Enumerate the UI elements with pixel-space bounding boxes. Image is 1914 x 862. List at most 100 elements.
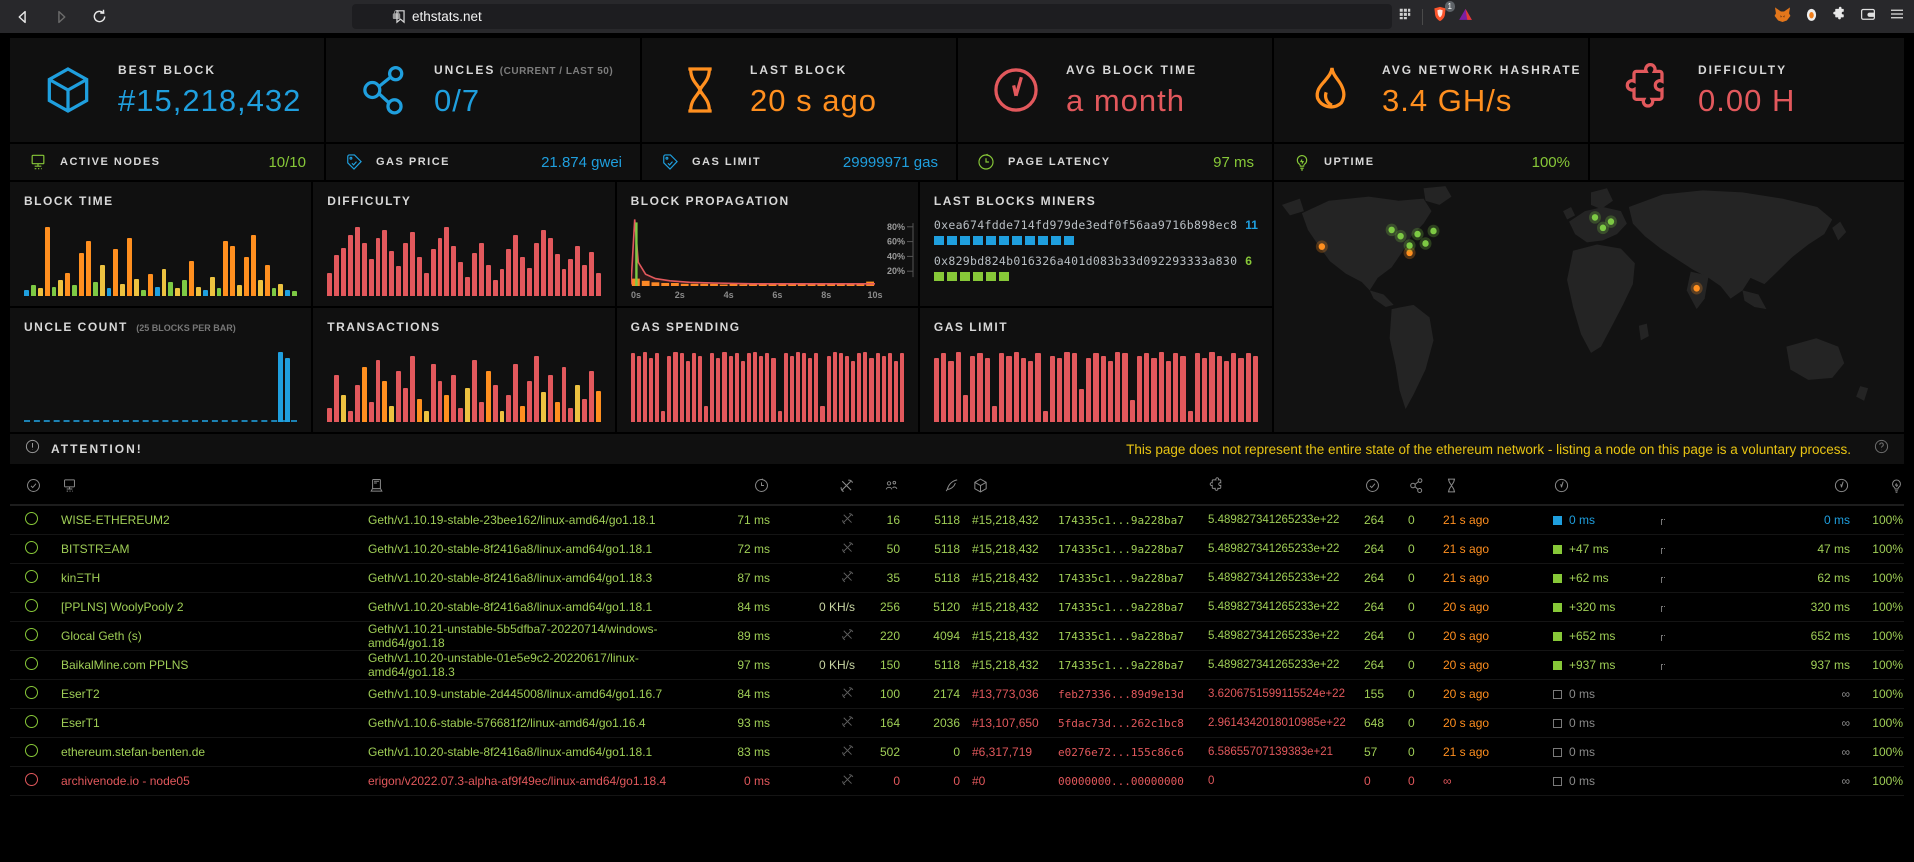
node-dot[interactable]	[1388, 227, 1394, 234]
wallet-icon[interactable]	[1859, 5, 1877, 28]
table-row[interactable]: archivenode.io - node05 erigon/v2022.07.…	[10, 767, 1904, 796]
mining-column-icon[interactable]	[770, 477, 855, 499]
forward-button[interactable]	[46, 4, 76, 30]
node-dot[interactable]	[1397, 233, 1403, 240]
node-mining	[770, 685, 855, 703]
bar	[113, 249, 118, 296]
metamask-icon[interactable]	[1773, 5, 1792, 29]
tab-grid-icon[interactable]	[1396, 5, 1414, 28]
node-pin-icon[interactable]	[25, 686, 61, 702]
mini-stat-label: ACTIVE NODES	[60, 156, 161, 168]
table-row[interactable]: Glocal Geth (s) Geth/v1.10.21-unstable-5…	[10, 622, 1904, 651]
node-client: Geth/v1.10.20-stable-8f2416a8/linux-amd6…	[368, 600, 710, 614]
node-pin-icon[interactable]	[25, 715, 61, 731]
avg-propagation-column-icon[interactable]	[1800, 477, 1850, 499]
mini-stat-gas-limit: GAS LIMIT 29999971 gas	[642, 144, 956, 180]
svg-text:10s: 10s	[867, 290, 882, 300]
node-dot[interactable]	[1414, 231, 1420, 238]
stat-value: 0/7	[434, 83, 613, 119]
menu-icon[interactable]	[1888, 5, 1906, 28]
node-pin-icon[interactable]	[25, 657, 61, 673]
miner-address[interactable]: 0xea674fdde714fd979de3edf0f56aa9716b898e…	[934, 218, 1237, 232]
node-column-icon[interactable]	[61, 477, 368, 499]
node-pin-icon[interactable]	[25, 744, 61, 760]
node-mining	[770, 511, 855, 529]
node-txs: 0	[1355, 774, 1402, 788]
back-button[interactable]	[8, 4, 38, 30]
table-row[interactable]: EserT2 Geth/v1.10.9-unstable-2d445008/li…	[10, 680, 1904, 709]
bar	[534, 243, 539, 296]
bar	[548, 375, 553, 422]
bar	[513, 364, 518, 422]
extension-egg-icon[interactable]	[1803, 6, 1820, 28]
table-row[interactable]: WISE-ETHEREUM2 Geth/v1.10.19-stable-23be…	[10, 506, 1904, 535]
node-pending: 2174	[900, 687, 960, 701]
node-uncles: 0	[1402, 600, 1435, 614]
node-map-panel	[1274, 182, 1904, 432]
node-pin-icon[interactable]	[25, 599, 61, 615]
uncles-column-icon[interactable]	[1402, 477, 1435, 499]
node-dot[interactable]	[1422, 240, 1428, 247]
peers-column-icon[interactable]	[855, 477, 900, 499]
propagation-column-icon[interactable]	[1545, 477, 1665, 499]
bookmark-icon[interactable]	[392, 8, 409, 30]
bar	[888, 353, 892, 422]
extension-triangle-icon[interactable]	[1457, 6, 1474, 28]
node-pin-icon[interactable]	[25, 570, 61, 586]
miner-address[interactable]: 0x829bd824b016326a401d083b33d092293333a8…	[934, 254, 1237, 268]
last-block-column-icon[interactable]	[1435, 477, 1545, 499]
node-pin-icon[interactable]	[25, 541, 61, 557]
node-propagation-time: +652 ms	[1545, 629, 1665, 643]
node-pin-icon[interactable]	[25, 628, 61, 644]
mini-stat-active-nodes: ACTIVE NODES 10/10	[10, 144, 324, 180]
table-row[interactable]: ethereum.stefan-benten.de Geth/v1.10.20-…	[10, 738, 1904, 767]
puzzle-icon	[1620, 62, 1676, 118]
help-icon[interactable]	[1873, 438, 1890, 460]
block-column-icon[interactable]	[960, 477, 1050, 499]
table-row[interactable]: BaikalMine.com PPLNS Geth/v1.10.20-unsta…	[10, 651, 1904, 680]
node-dot[interactable]	[1600, 225, 1606, 232]
bar	[555, 254, 560, 296]
uptime-column-icon[interactable]	[1850, 477, 1909, 499]
bar	[438, 238, 443, 297]
extensions-puzzle-icon[interactable]	[1831, 6, 1848, 28]
bar	[134, 279, 139, 296]
difficulty-column-icon[interactable]	[1200, 477, 1355, 499]
node-block-hash: 174335c1...9a228ba7	[1050, 572, 1200, 585]
node-dot[interactable]	[1592, 214, 1598, 221]
bar	[493, 385, 498, 422]
mini-stat-value: 10/10	[268, 154, 306, 171]
bar	[223, 241, 228, 296]
pending-column-icon[interactable]	[900, 477, 960, 499]
txs-column-icon[interactable]	[1355, 477, 1402, 499]
miner-block-square	[986, 272, 996, 281]
bar	[424, 273, 429, 296]
reload-button[interactable]	[84, 4, 114, 30]
node-dot[interactable]	[1608, 218, 1614, 225]
node-dot[interactable]	[1319, 243, 1325, 250]
table-row[interactable]: kinΞTH Geth/v1.10.20-stable-8f2416a8/lin…	[10, 564, 1904, 593]
node-dot[interactable]	[1693, 285, 1699, 292]
address-bar[interactable]: ethstats.net	[352, 4, 1392, 29]
svg-text:4s: 4s	[723, 290, 733, 300]
node-txs: 155	[1355, 687, 1402, 701]
bar	[465, 388, 470, 422]
bar	[278, 284, 283, 296]
bar	[589, 252, 594, 296]
latency-column-icon[interactable]	[710, 477, 770, 499]
bar	[1021, 358, 1026, 422]
table-row[interactable]: EserT1 Geth/v1.10.6-stable-576681f2/linu…	[10, 709, 1904, 738]
node-pin-icon[interactable]	[25, 512, 61, 528]
url-text[interactable]: ethstats.net	[412, 9, 482, 24]
table-row[interactable]: [PPLNS] WoolyPooly 2 Geth/v1.10.20-stabl…	[10, 593, 1904, 622]
brave-shield-icon[interactable]: 1	[1431, 5, 1449, 28]
node-pin-icon[interactable]	[25, 773, 61, 789]
node-dot[interactable]	[1430, 228, 1436, 235]
node-client: Geth/v1.10.21-unstable-5b5dfba7-20220714…	[368, 622, 710, 650]
bar	[396, 266, 401, 296]
node-dot[interactable]	[1406, 242, 1412, 249]
client-column-icon[interactable]	[368, 477, 710, 499]
node-client: Geth/v1.10.20-stable-8f2416a8/linux-amd6…	[368, 571, 710, 585]
node-uncles: 0	[1402, 513, 1435, 527]
table-row[interactable]: BITSTRΞAM Geth/v1.10.20-stable-8f2416a8/…	[10, 535, 1904, 564]
